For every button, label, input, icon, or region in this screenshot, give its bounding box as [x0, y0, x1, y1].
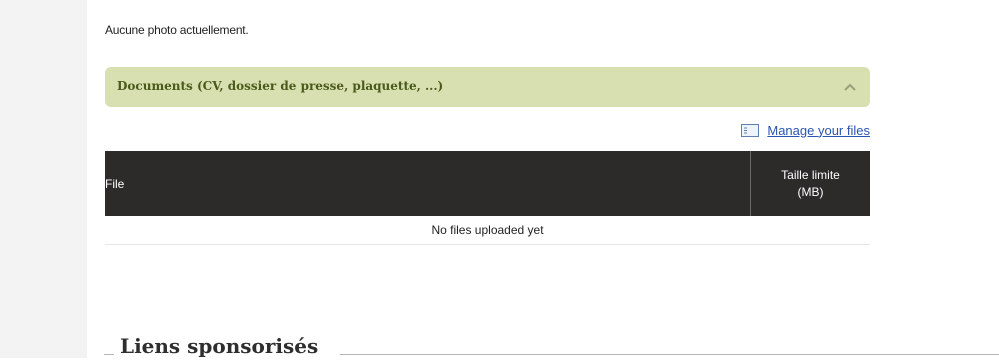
manage-files-link[interactable]: Manage your files: [767, 123, 870, 138]
files-table-header-row: File Taille limite (MB): [105, 151, 870, 216]
file-list-icon: [741, 123, 760, 137]
chevron-up-icon[interactable]: [842, 80, 858, 94]
documents-accordion-header[interactable]: Documents (CV, dossier de presse, plaque…: [105, 67, 870, 107]
divider-line: [340, 354, 999, 355]
column-header-file: File: [105, 151, 751, 216]
no-files-message: No files uploaded yet: [105, 216, 870, 245]
no-photo-message: Aucune photo actuellement.: [105, 23, 249, 37]
left-gutter: [0, 0, 87, 358]
divider-line: [104, 354, 114, 355]
table-row: No files uploaded yet: [105, 216, 870, 245]
size-limit-header-text: Taille limite (MB): [781, 167, 840, 199]
column-header-size-limit: Taille limite (MB): [750, 151, 870, 216]
sponsored-links-title: Liens sponsorisés: [120, 334, 319, 358]
files-table: File Taille limite (MB) No files uploaded…: [105, 151, 870, 245]
manage-files-row: Manage your files: [741, 121, 870, 139]
documents-section-title: Documents (CV, dossier de presse, plaque…: [117, 79, 444, 93]
sponsored-links-section: Liens sponsorisés: [104, 334, 999, 364]
